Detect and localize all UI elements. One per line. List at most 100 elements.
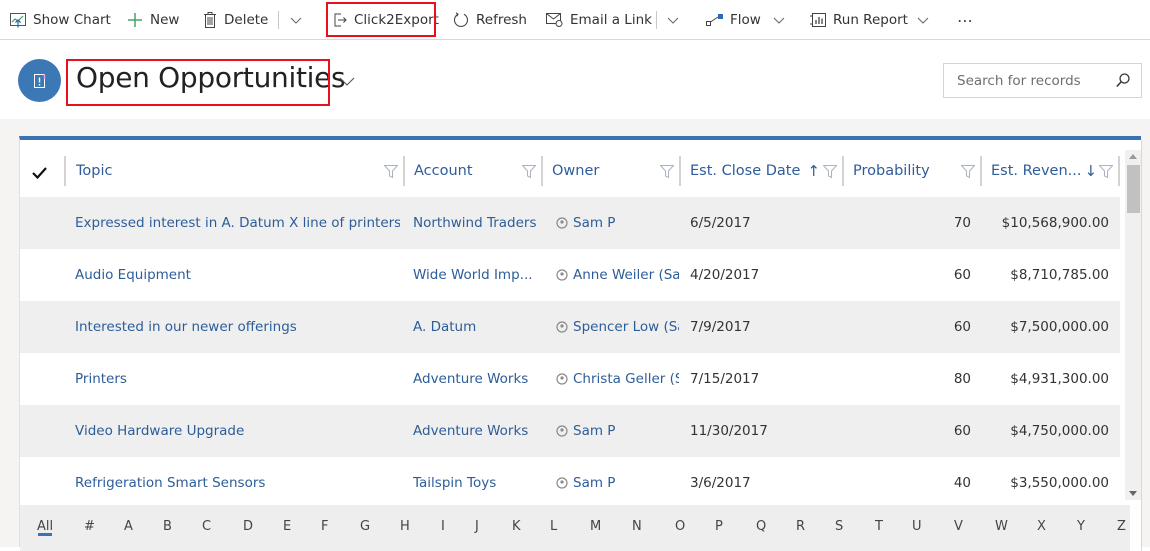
- alpha-filter-n[interactable]: N: [632, 519, 642, 534]
- account-link[interactable]: Tailspin Toys: [413, 475, 496, 491]
- account-cell[interactable]: Tailspin Toys: [413, 457, 538, 509]
- account-cell[interactable]: Adventure Works: [413, 353, 538, 405]
- vertical-scrollbar[interactable]: [1125, 150, 1142, 500]
- alpha-filter-j[interactable]: J: [475, 519, 479, 534]
- column-header-topic[interactable]: Topic: [67, 156, 402, 186]
- column-header-owner[interactable]: Owner: [543, 156, 679, 186]
- topic-link[interactable]: Refrigeration Smart Sensors: [75, 475, 265, 491]
- filter-icon[interactable]: [522, 165, 536, 178]
- account-cell[interactable]: Wide World Imp...: [413, 249, 538, 301]
- alpha-filter-e[interactable]: E: [283, 519, 291, 534]
- account-link[interactable]: Adventure Works: [413, 423, 528, 439]
- alpha-filter-i[interactable]: I: [441, 519, 445, 534]
- email-more-dropdown[interactable]: [667, 0, 679, 40]
- account-link[interactable]: Adventure Works: [413, 371, 528, 387]
- account-cell[interactable]: Northwind Traders: [413, 197, 538, 249]
- owner-link[interactable]: Christa Geller (Sa: [573, 371, 679, 387]
- topic-link[interactable]: Printers: [75, 371, 127, 387]
- more-commands-button[interactable]: ⋯: [957, 0, 973, 40]
- table-row[interactable]: Interested in our newer offerings A. Dat…: [20, 301, 1120, 353]
- owner-link[interactable]: Sam P: [573, 475, 615, 491]
- alpha-filter-hash[interactable]: #: [84, 519, 95, 534]
- delete-more-dropdown[interactable]: [290, 0, 302, 40]
- topic-cell[interactable]: Printers: [75, 353, 400, 405]
- alpha-filter-all[interactable]: All: [37, 519, 53, 534]
- alpha-filter-o[interactable]: O: [675, 519, 685, 534]
- alpha-filter-v[interactable]: V: [954, 519, 963, 534]
- delete-button[interactable]: Delete: [203, 0, 268, 40]
- topic-cell[interactable]: Expressed interest in A. Datum X line of…: [75, 197, 400, 249]
- topic-cell[interactable]: Audio Equipment: [75, 249, 400, 301]
- view-selector-dropdown[interactable]: [339, 71, 355, 90]
- alpha-filter-g[interactable]: G: [360, 519, 370, 534]
- alpha-filter-w[interactable]: W: [995, 519, 1008, 534]
- show-chart-button[interactable]: Show Chart: [10, 0, 111, 40]
- alpha-filter-h[interactable]: H: [400, 519, 410, 534]
- alpha-filter-y[interactable]: Y: [1077, 519, 1085, 534]
- account-link[interactable]: Northwind Traders: [413, 215, 537, 231]
- owner-cell[interactable]: Sam P: [556, 457, 679, 509]
- scroll-thumb[interactable]: [1127, 165, 1140, 213]
- owner-link[interactable]: Spencer Low (Sa..: [573, 319, 679, 335]
- table-row[interactable]: Refrigeration Smart Sensors Tailspin Toy…: [20, 457, 1120, 509]
- email-link-button[interactable]: Email a Link: [546, 0, 652, 40]
- refresh-button[interactable]: Refresh: [453, 0, 527, 40]
- select-all-checkbox[interactable]: [32, 164, 47, 183]
- topic-link[interactable]: Interested in our newer offerings: [75, 319, 297, 335]
- column-header-est-close-date[interactable]: Est. Close Date ↑: [681, 156, 841, 186]
- filter-icon[interactable]: [660, 165, 674, 178]
- alpha-filter-c[interactable]: C: [202, 519, 211, 534]
- alpha-filter-f[interactable]: F: [321, 519, 328, 534]
- owner-cell[interactable]: Spencer Low (Sa..: [556, 301, 679, 353]
- search-input[interactable]: [944, 64, 1114, 97]
- owner-link[interactable]: Anne Weiler (Sa..: [573, 267, 679, 283]
- filter-icon[interactable]: [1099, 165, 1113, 178]
- column-header-est-revenue[interactable]: Est. Reven... ↓: [982, 156, 1118, 186]
- search-icon[interactable]: [1116, 73, 1130, 92]
- run-report-dropdown[interactable]: [917, 0, 929, 40]
- topic-link[interactable]: Audio Equipment: [75, 267, 191, 283]
- account-cell[interactable]: A. Datum: [413, 301, 538, 353]
- run-report-button[interactable]: Run Report: [810, 0, 908, 40]
- alpha-filter-z[interactable]: Z: [1117, 519, 1126, 534]
- topic-cell[interactable]: Video Hardware Upgrade: [75, 405, 400, 457]
- table-row[interactable]: Audio Equipment Wide World Imp... Anne W…: [20, 249, 1120, 301]
- alpha-filter-p[interactable]: P: [715, 519, 723, 534]
- alpha-filter-a[interactable]: A: [124, 519, 133, 534]
- table-row[interactable]: Expressed interest in A. Datum X line of…: [20, 197, 1120, 249]
- owner-link[interactable]: Sam P: [573, 215, 615, 231]
- owner-cell[interactable]: Sam P: [556, 197, 679, 249]
- account-cell[interactable]: Adventure Works: [413, 405, 538, 457]
- table-row[interactable]: Printers Adventure Works Christa Geller …: [20, 353, 1120, 405]
- alpha-filter-x[interactable]: X: [1037, 519, 1046, 534]
- owner-cell[interactable]: Christa Geller (Sa: [556, 353, 679, 405]
- owner-link[interactable]: Sam P: [573, 423, 615, 439]
- alpha-filter-s[interactable]: S: [835, 519, 843, 534]
- topic-cell[interactable]: Interested in our newer offerings: [75, 301, 400, 353]
- alpha-filter-t[interactable]: T: [875, 519, 883, 534]
- alpha-filter-b[interactable]: B: [163, 519, 172, 534]
- alpha-filter-d[interactable]: D: [243, 519, 253, 534]
- topic-link[interactable]: Video Hardware Upgrade: [75, 423, 244, 439]
- topic-cell[interactable]: Refrigeration Smart Sensors: [75, 457, 400, 509]
- alpha-filter-u[interactable]: U: [912, 519, 922, 534]
- alpha-filter-l[interactable]: L: [550, 519, 557, 534]
- filter-icon[interactable]: [961, 165, 975, 178]
- account-link[interactable]: Wide World Imp...: [413, 267, 533, 283]
- column-header-probability[interactable]: Probability: [844, 156, 979, 186]
- scroll-down-arrow[interactable]: [1129, 491, 1137, 496]
- alpha-filter-r[interactable]: R: [796, 519, 805, 534]
- alpha-filter-q[interactable]: Q: [756, 519, 766, 534]
- topic-link[interactable]: Expressed interest in A. Datum X line of…: [75, 215, 400, 231]
- owner-cell[interactable]: Anne Weiler (Sa..: [556, 249, 679, 301]
- alpha-filter-k[interactable]: K: [512, 519, 521, 534]
- flow-button[interactable]: Flow: [706, 0, 761, 40]
- alpha-filter-m[interactable]: M: [590, 519, 601, 534]
- flow-dropdown[interactable]: [773, 0, 785, 40]
- new-button[interactable]: New: [127, 0, 179, 40]
- account-link[interactable]: A. Datum: [413, 319, 476, 335]
- filter-icon[interactable]: [384, 165, 398, 178]
- owner-cell[interactable]: Sam P: [556, 405, 679, 457]
- column-header-account[interactable]: Account: [405, 156, 540, 186]
- filter-icon[interactable]: [823, 165, 837, 178]
